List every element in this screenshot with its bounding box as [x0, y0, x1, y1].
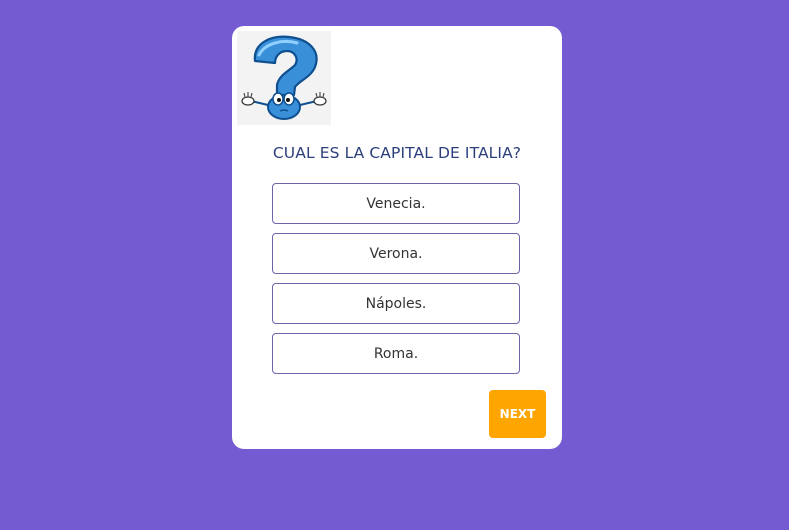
answer-option-napoles[interactable]: Nápoles.: [272, 283, 520, 324]
question-mark-character-icon: [237, 31, 331, 125]
answer-option-verona[interactable]: Verona.: [272, 233, 520, 274]
question-text: CUAL ES LA CAPITAL DE ITALIA?: [272, 144, 522, 162]
answer-option-venecia[interactable]: Venecia.: [272, 183, 520, 224]
next-button[interactable]: NEXT: [489, 390, 546, 438]
quiz-card: CUAL ES LA CAPITAL DE ITALIA? Venecia. V…: [232, 26, 562, 449]
answer-option-roma[interactable]: Roma.: [272, 333, 520, 374]
answer-list: Venecia. Verona. Nápoles. Roma.: [272, 183, 520, 383]
